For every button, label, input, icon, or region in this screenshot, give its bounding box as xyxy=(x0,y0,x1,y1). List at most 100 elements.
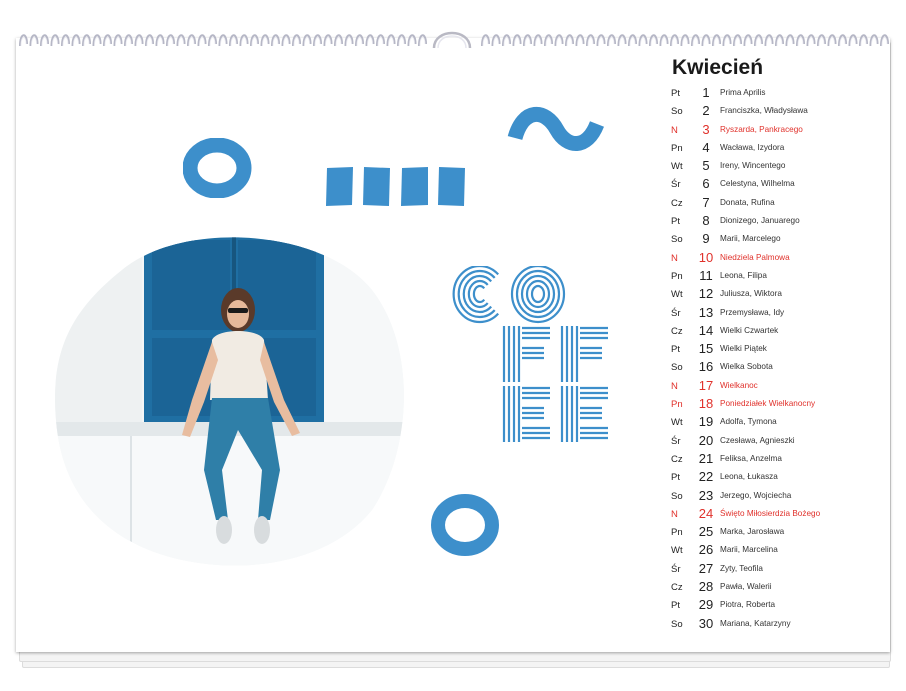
weekday-label: Wt xyxy=(671,545,683,557)
day-row: Pn 18 Poniedziałek Wielkanocny xyxy=(671,396,886,414)
weekday-label: So xyxy=(671,618,683,630)
day-number: 23 xyxy=(698,487,714,503)
photo-blob xyxy=(55,237,404,566)
name-day-text: Niedziela Palmowa xyxy=(720,252,790,262)
day-number: 3 xyxy=(702,121,710,137)
day-number: 12 xyxy=(698,286,714,302)
day-number: 26 xyxy=(698,542,714,558)
weekday-label: N xyxy=(671,252,678,264)
day-row: Wt 19 Adolfa, Tymona xyxy=(671,414,886,432)
hanger-hook xyxy=(432,31,472,49)
weekday-label: N xyxy=(671,380,678,392)
weekday-label: Pt xyxy=(671,88,680,99)
day-number: 16 xyxy=(698,359,714,375)
day-number: 5 xyxy=(702,158,710,174)
day-row: Pt 1 Prima Aprilis xyxy=(671,85,886,103)
day-number: 25 xyxy=(698,524,714,540)
name-day-text: Marka, Jarosława xyxy=(720,527,785,537)
day-row: Pt 15 Wielki Piątek xyxy=(671,341,886,359)
name-day-text: Celestyna, Wilhelma xyxy=(720,179,795,189)
weekday-label: Pt xyxy=(671,344,680,356)
day-number: 30 xyxy=(698,615,714,631)
name-day-text: Wacława, Izydora xyxy=(720,142,785,152)
name-day-text: Prima Aprilis xyxy=(720,88,766,97)
weekday-label: Wt xyxy=(671,161,683,173)
name-day-text: Święto Miłosierdzia Bożego xyxy=(720,508,821,518)
day-row: Pt 22 Leona, Łukasza xyxy=(671,469,886,487)
day-row: Śr 6 Celestyna, Wilhelma xyxy=(671,176,886,194)
day-number: 28 xyxy=(698,579,714,595)
day-row: Cz 28 Pawła, Walerii xyxy=(671,579,886,597)
weekday-label: Pn xyxy=(671,270,683,282)
day-number: 18 xyxy=(698,396,714,412)
name-day-text: Leona, Filipa xyxy=(720,270,767,280)
day-row: Śr 13 Przemysława, Idy xyxy=(671,305,886,323)
day-row: So 30 Mariana, Katarzyny xyxy=(671,616,886,634)
blue-tilde xyxy=(507,106,604,151)
name-day-text: Wielka Sobota xyxy=(720,362,773,372)
day-number: 24 xyxy=(698,505,714,521)
name-day-text: Feliksa, Anzelma xyxy=(720,453,782,463)
day-number: 27 xyxy=(698,560,714,576)
day-number: 9 xyxy=(702,231,710,247)
weekday-label: So xyxy=(671,362,683,374)
name-day-text: Ireny, Wincentego xyxy=(720,161,786,171)
day-number: 22 xyxy=(698,469,714,485)
weekday-label: Cz xyxy=(671,325,683,337)
weekday-label: Śr xyxy=(671,179,681,191)
weekday-label: Pn xyxy=(671,142,683,154)
name-day-text: Pawła, Walerii xyxy=(720,582,772,592)
day-row: Pn 11 Leona, Filipa xyxy=(671,268,886,286)
day-number: 19 xyxy=(698,414,714,430)
day-row: Wt 12 Juliusza, Wiktora xyxy=(671,286,886,304)
name-day-text: Juliusza, Wiktora xyxy=(720,289,782,299)
weekday-label: Pt xyxy=(671,600,680,612)
weekday-label: Cz xyxy=(671,582,683,594)
day-list: Pt 1 Prima Aprilis So 2 Franciszka, Władysław… xyxy=(671,85,886,634)
day-row: N 24 Święto Miłosierdzia Bożego xyxy=(671,506,886,524)
name-day-text: Donata, Rufina xyxy=(720,197,775,207)
weekday-label: So xyxy=(671,234,683,246)
weekday-label: Pt xyxy=(671,216,680,228)
name-day-text: Poniedziałek Wielkanocny xyxy=(720,399,816,409)
day-number: 2 xyxy=(702,103,710,119)
name-day-text: Przemysława, Idy xyxy=(720,307,785,317)
weekday-label: Śr xyxy=(671,307,681,319)
day-row: So 23 Jerzego, Wojciecha xyxy=(671,488,886,506)
day-row: Pn 25 Marka, Jarosława xyxy=(671,524,886,542)
weekday-label: Pt xyxy=(671,472,680,484)
name-day-text: Piotra, Roberta xyxy=(720,600,776,610)
name-day-text: Mariana, Katarzyny xyxy=(720,618,791,628)
day-number: 14 xyxy=(698,322,714,338)
name-day-text: Zyty, Teofila xyxy=(720,563,763,573)
day-number: 6 xyxy=(702,176,710,192)
day-row: So 16 Wielka Sobota xyxy=(671,359,886,377)
name-day-text: Adolfa, Tymona xyxy=(720,417,777,427)
name-day-text: Wielki Piątek xyxy=(720,344,767,354)
blue-ring-bottom xyxy=(431,494,499,556)
weekday-label: So xyxy=(671,490,683,502)
day-number: 11 xyxy=(699,267,713,283)
weekday-label: Pn xyxy=(671,399,683,411)
day-number: 4 xyxy=(702,139,710,155)
day-number: 21 xyxy=(698,450,714,466)
day-row: Pt 29 Piotra, Roberta xyxy=(671,597,886,615)
weekday-label: Wt xyxy=(671,289,683,301)
day-number: 17 xyxy=(698,377,714,393)
name-day-text: Dionizego, Januarego xyxy=(720,216,800,226)
weekday-label: Śr xyxy=(671,435,681,447)
coffee-lettering xyxy=(452,266,608,442)
day-number: 15 xyxy=(698,341,714,357)
weekday-label: So xyxy=(671,106,683,118)
day-row: Śr 20 Czesława, Agnieszki xyxy=(671,433,886,451)
name-day-text: Wielkanoc xyxy=(720,380,758,390)
day-number: 8 xyxy=(702,213,710,229)
day-row: N 17 Wielkanoc xyxy=(671,378,886,396)
name-day-text: Czesława, Agnieszki xyxy=(720,435,795,445)
day-row: Pn 4 Wacława, Izydora xyxy=(671,140,886,158)
day-number: 1 xyxy=(702,85,710,100)
day-row: N 3 Ryszarda, Pankracego xyxy=(671,122,886,140)
blue-ring-top xyxy=(183,138,252,198)
spiral-binding xyxy=(19,31,889,49)
day-number: 20 xyxy=(698,432,714,448)
